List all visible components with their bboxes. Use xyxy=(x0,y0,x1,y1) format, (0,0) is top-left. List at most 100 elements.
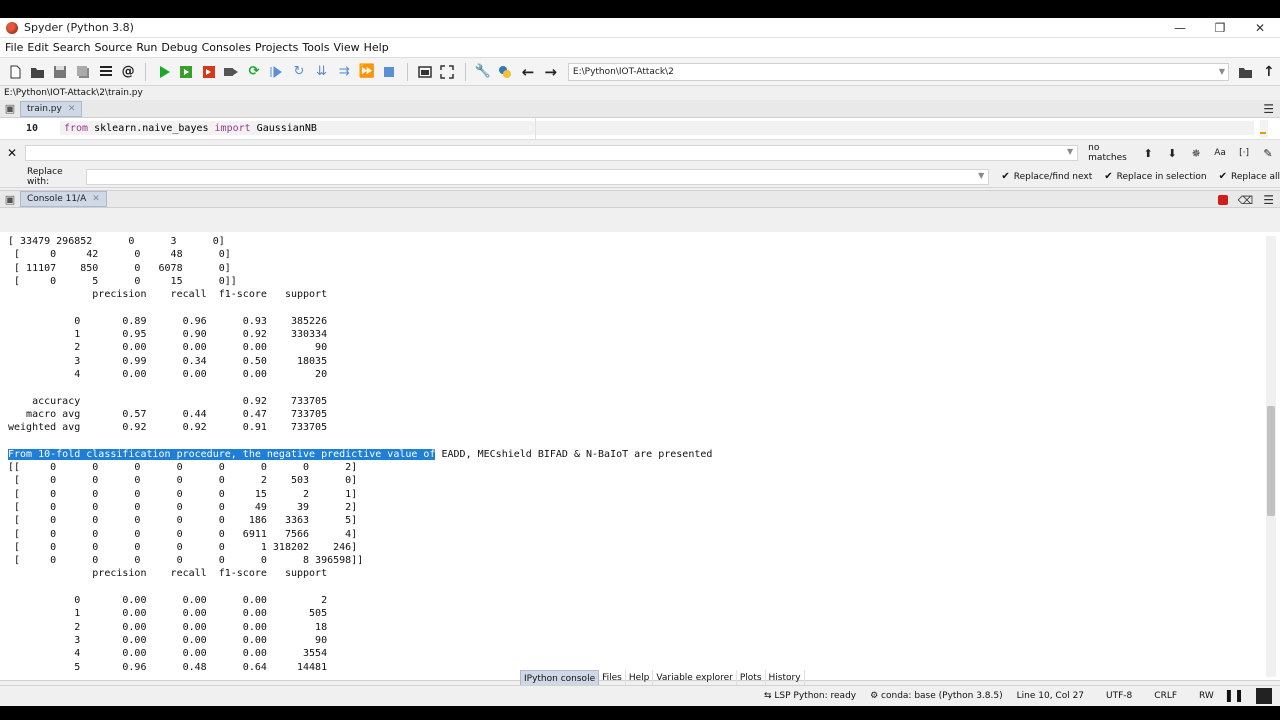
keyword-import: import xyxy=(214,123,251,134)
restore-button[interactable]: ❐ xyxy=(1200,18,1240,38)
tab-history[interactable]: History xyxy=(766,670,805,686)
spyder-window: Spyder (Python 3.8) — ❐ ✕ File Edit Sear… xyxy=(0,18,1280,706)
module-name: sklearn.naive_bayes xyxy=(88,123,215,134)
run-icon[interactable] xyxy=(152,61,175,83)
continue-icon[interactable]: ⏩ xyxy=(355,61,378,83)
menu-source[interactable]: Source xyxy=(93,41,135,54)
console-tab-label: Console 11/A xyxy=(27,194,87,204)
toolbar-separator xyxy=(145,62,147,81)
conda-status-text: conda: base (Python 3.8.5) xyxy=(881,691,1003,701)
step-icon[interactable]: ↻ xyxy=(288,61,311,83)
stop-kernel-icon[interactable] xyxy=(1217,195,1228,205)
rerun-icon[interactable]: ⟳ xyxy=(243,61,266,83)
console-output-caption-rest: EADD, MECshield BIFAD & N-BaIoT are pres… xyxy=(435,448,713,460)
menu-debug[interactable]: Debug xyxy=(159,41,199,54)
check-icon: ✔ xyxy=(1104,171,1113,182)
list-icon[interactable] xyxy=(94,61,117,83)
step-into-icon[interactable]: ⇊ xyxy=(310,61,333,83)
ipython-console[interactable]: [ 33479 296852 0 3 0] [ 0 42 0 48 0] [ 1… xyxy=(0,232,1280,681)
menu-help[interactable]: Help xyxy=(362,41,391,54)
run-cell-icon[interactable] xyxy=(175,61,198,83)
menu-file[interactable]: File xyxy=(3,41,25,54)
at-sign-icon[interactable]: @ xyxy=(117,61,140,83)
console-output-block-1: [ 33479 296852 0 3 0] [ 0 42 0 48 0] [ 1… xyxy=(8,236,328,434)
run-cell-advance-icon[interactable] xyxy=(197,61,220,83)
tab-help[interactable]: Help xyxy=(626,670,654,686)
close-icon[interactable]: ✕ xyxy=(92,194,100,204)
selected-text: From 10-fold classification procedure, t… xyxy=(8,448,436,460)
menu-tools[interactable]: Tools xyxy=(300,41,331,54)
video-control-icon[interactable] xyxy=(1256,688,1272,704)
find-next-icon[interactable]: ⬇ xyxy=(1160,147,1184,160)
chevron-down-icon[interactable]: ▼ xyxy=(978,171,984,180)
replace-all-button[interactable]: ✔ Replace all xyxy=(1219,171,1280,182)
find-bar: ✕ ▼ no matches ⬆ ⬇ ✵ Aa [·] ✎ xyxy=(0,140,1280,166)
lsp-status-text: LSP Python: ready xyxy=(774,691,857,701)
code-editor[interactable]: 10 from sklearn.naive_bayes import Gauss… xyxy=(0,118,1280,140)
tab-plots[interactable]: Plots xyxy=(737,670,766,686)
check-icon: ✔ xyxy=(1218,171,1228,182)
save-file-icon[interactable] xyxy=(49,61,72,83)
tab-variable-explorer[interactable]: Variable explorer xyxy=(653,670,737,686)
close-icon[interactable]: ✕ xyxy=(68,104,76,114)
step-return-icon[interactable]: ⇉ xyxy=(333,61,356,83)
window-title: Spyder (Python 3.8) xyxy=(24,21,134,34)
replace-all-label: Replace all xyxy=(1231,172,1280,182)
forward-arrow-icon[interactable]: → xyxy=(539,61,562,83)
console-output: [ 33479 296852 0 3 0] [ 0 42 0 48 0] [ 1… xyxy=(8,235,712,674)
menu-run[interactable]: Run xyxy=(134,41,159,54)
parent-directory-icon[interactable]: ↑ xyxy=(1258,61,1280,83)
hamburger-menu-icon[interactable]: ☰ xyxy=(1263,102,1274,116)
find-status: no matches xyxy=(1088,143,1127,163)
save-all-icon[interactable] xyxy=(72,61,95,83)
menu-edit[interactable]: Edit xyxy=(25,41,50,54)
menu-search[interactable]: Search xyxy=(51,41,93,54)
chevron-down-icon[interactable]: ▼ xyxy=(1219,64,1225,80)
working-directory-input[interactable]: E:\Python\IOT-Attack\2 ▼ xyxy=(567,62,1230,81)
browse-tabs-icon[interactable]: ▣ xyxy=(0,102,20,115)
browse-tabs-icon[interactable]: ▣ xyxy=(0,193,20,206)
back-arrow-icon[interactable]: ← xyxy=(517,61,540,83)
tab-console[interactable]: Console 11/A ✕ xyxy=(20,191,107,207)
replace-input[interactable]: ▼ xyxy=(86,168,990,185)
case-sensitive-toggle[interactable]: Aa xyxy=(1208,148,1232,158)
menu-view[interactable]: View xyxy=(331,41,361,54)
stop-debug-icon[interactable] xyxy=(378,61,401,83)
find-previous-icon[interactable]: ⬆ xyxy=(1136,147,1160,160)
menu-projects[interactable]: Projects xyxy=(253,41,300,54)
close-window-button[interactable]: ✕ xyxy=(1240,18,1280,38)
tab-train-py[interactable]: train.py ✕ xyxy=(20,100,83,117)
scrollbar-thumb[interactable] xyxy=(1267,406,1275,516)
debug-icon[interactable] xyxy=(265,61,288,83)
toolbar-separator xyxy=(464,62,466,81)
python-path-icon[interactable] xyxy=(494,61,517,83)
tab-ipython-console[interactable]: IPython console xyxy=(520,670,600,686)
working-directory-value: E:\Python\IOT-Attack\2 xyxy=(572,66,674,77)
pause-icon[interactable]: ❚❚ xyxy=(1224,688,1244,702)
highlight-matches-icon[interactable]: ✵ xyxy=(1184,147,1208,160)
title-bar: Spyder (Python 3.8) — ❐ ✕ xyxy=(0,18,1280,38)
menu-consoles[interactable]: Consoles xyxy=(200,41,253,54)
minimize-button[interactable]: — xyxy=(1160,18,1200,38)
wrench-icon[interactable]: 🔧 xyxy=(472,61,495,83)
regex-toggle-icon[interactable]: [·] xyxy=(1232,148,1256,158)
browse-folder-icon[interactable] xyxy=(1235,61,1258,83)
find-input[interactable]: ▼ xyxy=(24,145,1079,161)
chevron-down-icon[interactable]: ▼ xyxy=(1067,147,1073,156)
close-find-icon[interactable]: ✕ xyxy=(0,146,24,160)
whole-word-icon[interactable]: ✎ xyxy=(1256,147,1280,160)
eraser-icon[interactable]: ⌫ xyxy=(1238,194,1254,207)
editor-file-path: E:\Python\IOT-Attack\2\train.py xyxy=(0,86,1280,100)
tab-files[interactable]: Files xyxy=(599,670,626,686)
replace-in-selection-button[interactable]: ✔ Replace in selection xyxy=(1104,171,1206,182)
replace-find-next-button[interactable]: ✔ Replace/find next xyxy=(1001,171,1092,182)
menu-bar: File Edit Search Source Run Debug Consol… xyxy=(0,38,1280,58)
open-file-icon[interactable] xyxy=(27,61,50,83)
console-scrollbar[interactable] xyxy=(1266,236,1276,677)
fullscreen-icon[interactable] xyxy=(436,61,459,83)
editor-scrollbar[interactable] xyxy=(1260,120,1268,138)
new-file-icon[interactable] xyxy=(4,61,27,83)
maximize-pane-icon[interactable] xyxy=(414,61,437,83)
hamburger-menu-icon[interactable]: ☰ xyxy=(1263,193,1274,207)
run-selection-icon[interactable] xyxy=(220,61,243,83)
